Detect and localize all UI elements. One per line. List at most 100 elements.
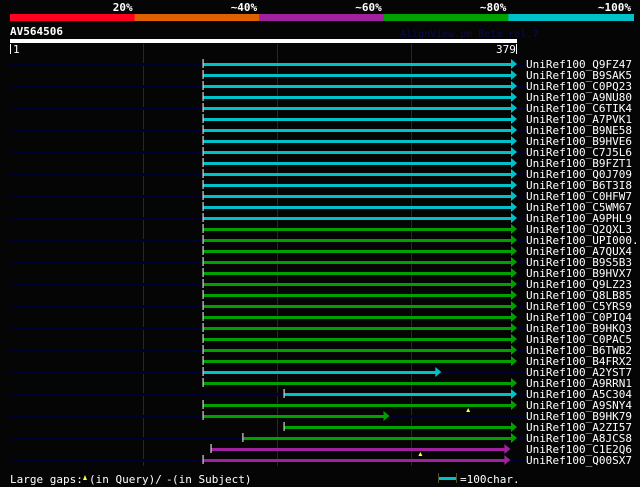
hit-bar[interactable] xyxy=(203,261,512,264)
hit-bar[interactable] xyxy=(203,118,512,121)
hit-start-tick xyxy=(210,444,212,453)
scale-label: ~60% xyxy=(355,1,382,14)
hit-start-tick xyxy=(202,235,204,244)
hit-end-arrow-icon xyxy=(511,279,517,289)
hit-bar[interactable] xyxy=(203,338,512,341)
hit-end-arrow-icon xyxy=(511,147,517,157)
hit-start-tick xyxy=(202,334,204,343)
hit-start-tick xyxy=(202,180,204,189)
footer-legend: Large gaps: (in Query)/ - (in Subject) =… xyxy=(10,473,520,486)
hit-bar[interactable] xyxy=(203,195,512,198)
hit-row[interactable]: UniRef100_Q00SX7 xyxy=(10,454,632,467)
hit-bar[interactable] xyxy=(243,437,512,440)
hit-bar[interactable] xyxy=(203,294,512,297)
subject-gap-text: (in Subject) xyxy=(172,473,251,486)
hit-start-tick xyxy=(202,147,204,156)
scale-tick-left xyxy=(438,473,439,483)
hit-end-arrow-icon xyxy=(511,323,517,333)
hit-bar[interactable] xyxy=(203,382,512,385)
hit-start-tick xyxy=(202,367,204,376)
hit-end-arrow-icon xyxy=(511,136,517,146)
watermark: AlignView.pm Beta rel.7 xyxy=(400,29,538,40)
hit-bar[interactable] xyxy=(203,305,512,308)
hit-start-tick xyxy=(202,59,204,68)
hit-start-tick xyxy=(202,301,204,310)
hit-bar[interactable] xyxy=(284,426,512,429)
scale-segment xyxy=(383,14,510,21)
hit-end-arrow-icon xyxy=(511,213,517,223)
hit-start-tick xyxy=(202,103,204,112)
hit-end-arrow-icon xyxy=(511,92,517,102)
hit-bar[interactable] xyxy=(203,404,512,407)
hit-start-tick xyxy=(202,312,204,321)
hit-end-arrow-icon xyxy=(511,422,517,432)
query-bar xyxy=(10,39,517,43)
scale-segment xyxy=(259,14,385,21)
hit-start-tick xyxy=(283,389,285,398)
hit-bar[interactable] xyxy=(203,96,512,99)
hit-bar[interactable] xyxy=(203,316,512,319)
query-start-tick xyxy=(10,44,11,54)
hit-bar[interactable] xyxy=(203,239,512,242)
hit-bar[interactable] xyxy=(211,448,506,451)
hit-start-tick xyxy=(202,191,204,200)
hit-start-tick xyxy=(202,378,204,387)
scale-label: ~80% xyxy=(480,1,507,14)
hit-bar[interactable] xyxy=(203,162,512,165)
hit-end-arrow-icon xyxy=(511,70,517,80)
hit-start-tick xyxy=(202,92,204,101)
hit-bar[interactable] xyxy=(203,349,512,352)
hit-end-arrow-icon xyxy=(511,268,517,278)
hit-bar[interactable] xyxy=(203,173,512,176)
hit-bar[interactable] xyxy=(284,393,512,396)
hit-end-arrow-icon xyxy=(511,312,517,322)
hit-start-tick xyxy=(202,70,204,79)
hit-start-tick xyxy=(202,114,204,123)
hit-end-arrow-icon xyxy=(511,180,517,190)
hit-end-arrow-icon xyxy=(511,59,517,69)
hit-start-tick xyxy=(202,257,204,266)
hit-start-tick xyxy=(202,400,204,409)
hit-bar[interactable] xyxy=(203,360,512,363)
hit-bar[interactable] xyxy=(203,85,512,88)
hit-end-arrow-icon xyxy=(511,202,517,212)
hit-bar[interactable] xyxy=(203,283,512,286)
hit-start-tick xyxy=(202,268,204,277)
hit-bar[interactable] xyxy=(203,371,437,374)
hit-end-arrow-icon xyxy=(383,411,390,421)
hit-bar[interactable] xyxy=(203,250,512,253)
hit-start-tick xyxy=(202,202,204,211)
hit-end-arrow-icon xyxy=(511,114,517,124)
hit-start-tick xyxy=(242,433,244,442)
hit-bar[interactable] xyxy=(203,107,512,110)
hit-bar[interactable] xyxy=(203,74,512,77)
hit-start-tick xyxy=(202,158,204,167)
hit-label[interactable]: UniRef100_Q00SX7 xyxy=(526,454,632,467)
hit-bar[interactable] xyxy=(203,415,385,418)
hit-bar[interactable] xyxy=(203,459,506,462)
hit-bar[interactable] xyxy=(203,151,512,154)
scale-segment xyxy=(10,14,136,21)
hit-bar[interactable] xyxy=(203,140,512,143)
query-name: AV564506 xyxy=(10,25,63,38)
hit-list: UniRef100_Q9FZ47UniRef100_B9SAK5UniRef10… xyxy=(10,58,640,467)
hit-start-tick xyxy=(202,213,204,222)
query-gap-marker-icon xyxy=(466,408,471,412)
hit-bar[interactable] xyxy=(203,184,512,187)
hit-bar[interactable] xyxy=(203,63,512,66)
hit-bar[interactable] xyxy=(203,206,512,209)
hit-bar[interactable] xyxy=(203,228,512,231)
hit-bar[interactable] xyxy=(203,272,512,275)
hit-end-arrow-icon xyxy=(511,356,517,366)
hit-bar[interactable] xyxy=(203,129,512,132)
hit-bar[interactable] xyxy=(203,327,512,330)
hit-end-arrow-icon xyxy=(511,235,517,245)
query-gap-marker-icon xyxy=(418,452,423,456)
hit-start-tick xyxy=(202,279,204,288)
scale-label: ~100% xyxy=(598,1,631,14)
hit-end-arrow-icon xyxy=(511,433,517,443)
hit-end-arrow-icon xyxy=(511,169,517,179)
hit-start-tick xyxy=(202,345,204,354)
hit-end-arrow-icon xyxy=(504,455,511,465)
hit-bar[interactable] xyxy=(203,217,512,220)
